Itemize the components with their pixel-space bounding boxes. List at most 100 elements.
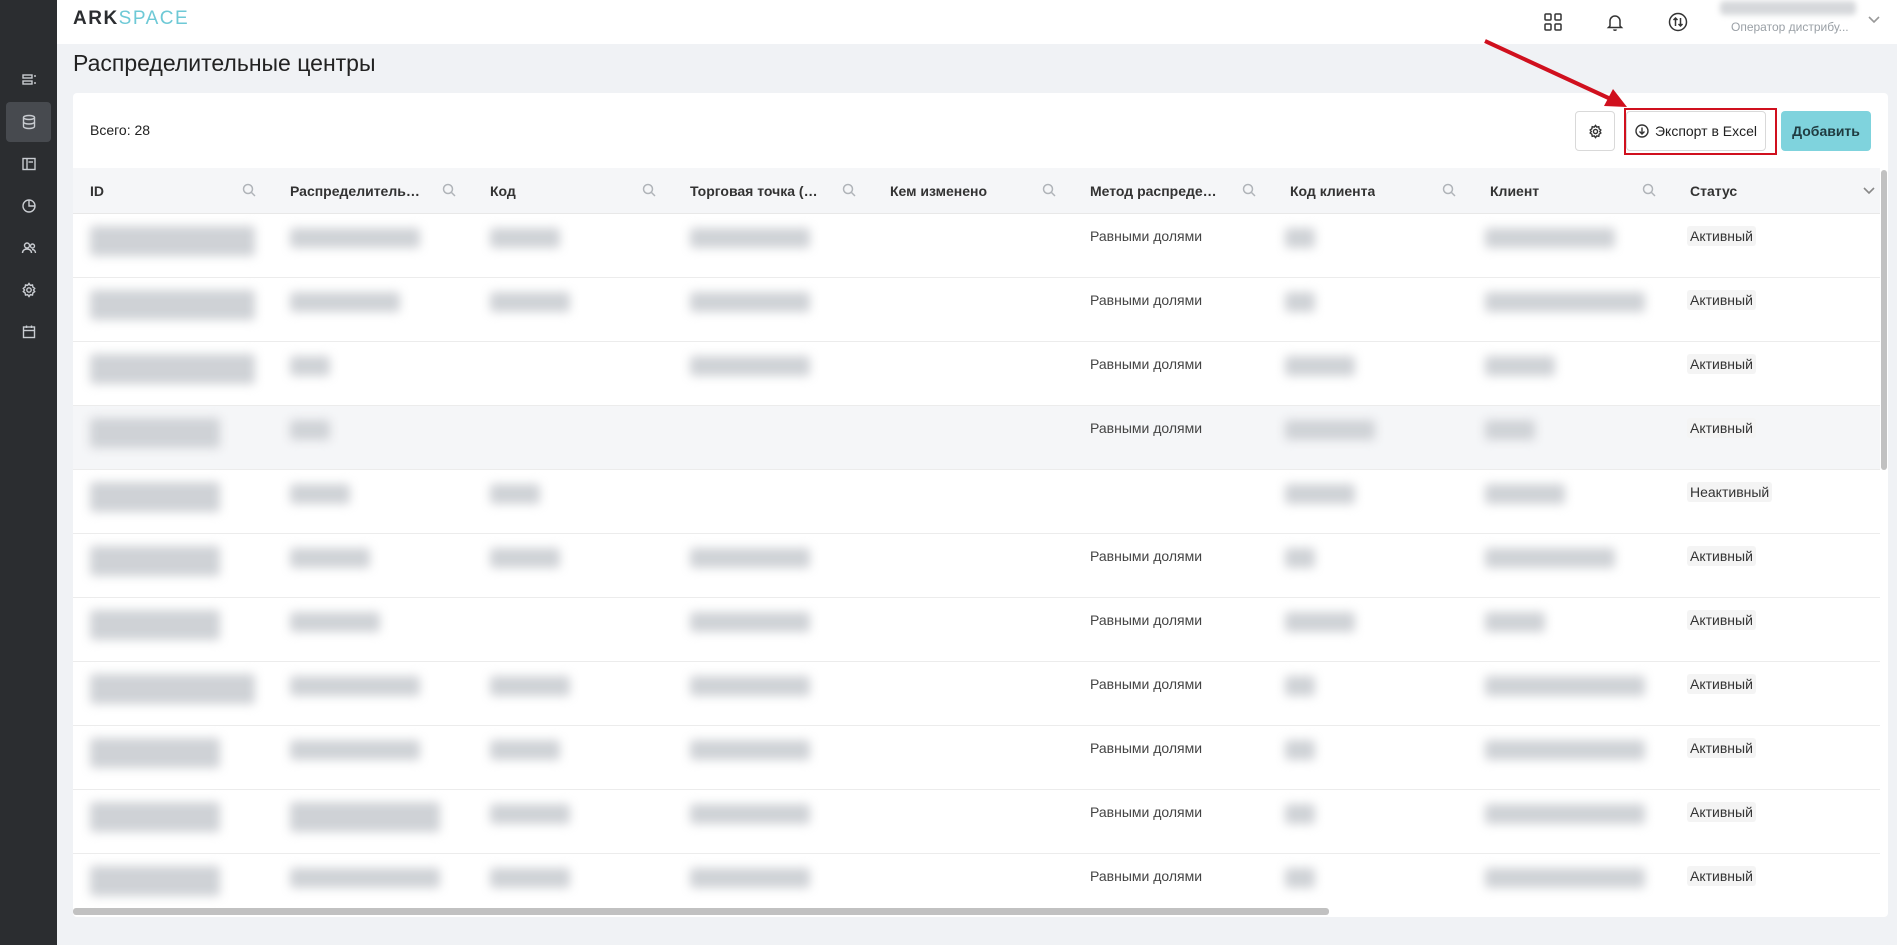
column-search-button[interactable] [642, 183, 658, 199]
redacted-cell [90, 290, 255, 320]
column-header[interactable]: Код [490, 168, 516, 214]
user-menu-toggle[interactable] [1867, 12, 1881, 26]
table-settings-button[interactable] [1575, 111, 1615, 151]
table-row[interactable]: Равными долями Активный [73, 534, 1880, 598]
column-search-button[interactable] [842, 183, 858, 199]
sidebar-item-database[interactable] [6, 102, 51, 142]
search-icon [642, 183, 656, 197]
redacted-cell [1485, 356, 1555, 376]
status-badge: Неактивный [1687, 482, 1773, 502]
status-badge: Активный [1687, 546, 1756, 566]
redacted-cell [290, 612, 380, 632]
status-badge: Активный [1687, 226, 1756, 246]
table-row[interactable]: Равными долями Активный [73, 790, 1880, 854]
total-count: Всего: 28 [90, 122, 151, 138]
sidebar-item-list[interactable] [6, 60, 51, 100]
users-icon [21, 242, 36, 254]
redacted-cell [490, 484, 540, 504]
logo-secondary: SPACE [118, 8, 190, 29]
table-row[interactable]: Равными долями Активный [73, 342, 1880, 406]
redacted-cell [690, 228, 810, 248]
sidebar-item-calendar[interactable] [6, 312, 51, 352]
method-cell [1090, 470, 1290, 534]
column-header[interactable]: Метод распредел... [1090, 168, 1222, 214]
column-header[interactable]: Клиент [1490, 168, 1539, 214]
redacted-cell [690, 676, 810, 696]
column-search-button[interactable] [1042, 183, 1058, 199]
chart-icon [21, 199, 36, 213]
sidebar-item-settings[interactable] [6, 270, 51, 310]
column-header-label: Торговая точка (о... [690, 183, 822, 199]
table-row[interactable]: Равными долями Активный [73, 406, 1880, 470]
column-header[interactable]: Код клиента [1290, 168, 1375, 214]
search-icon [1242, 183, 1256, 197]
vertical-scrollbar[interactable] [1881, 170, 1887, 470]
redacted-cell [1485, 612, 1545, 632]
method-cell: Равными долями [1090, 662, 1290, 726]
redacted-cell [490, 868, 570, 888]
method-cell: Равными долями [1090, 342, 1290, 406]
method-cell: Равными долями [1090, 278, 1290, 342]
redacted-cell [1485, 484, 1565, 504]
redacted-cell [90, 354, 255, 384]
sidebar-item-analytics[interactable] [6, 186, 51, 226]
content-card: Всего: 28 Экспорт в Excel Добавить ID Рас… [73, 93, 1888, 917]
redacted-cell [290, 548, 370, 568]
notifications-button[interactable] [1600, 7, 1630, 37]
redacted-cell [490, 740, 560, 760]
column-search-button[interactable] [1242, 183, 1258, 199]
status-badge: Активный [1687, 354, 1756, 374]
method-cell: Равными долями [1090, 790, 1290, 854]
method-cell: Равными долями [1090, 406, 1290, 470]
bell-icon [1606, 15, 1624, 32]
table-header: ID Распределительн... Код Торговая точка (о… [73, 168, 1880, 214]
table-row[interactable]: Равными долями Активный [73, 598, 1880, 662]
apps-button[interactable] [1538, 7, 1568, 37]
sidebar-item-layout[interactable] [6, 144, 51, 184]
search-icon [1642, 183, 1656, 197]
download-icon [1635, 124, 1649, 138]
redacted-cell [690, 740, 810, 760]
redacted-cell [90, 546, 220, 576]
table-row[interactable]: Равными долями Активный [73, 278, 1880, 342]
column-search-button[interactable] [1442, 183, 1458, 199]
export-excel-button[interactable]: Экспорт в Excel [1626, 111, 1766, 151]
column-search-button[interactable] [1642, 183, 1658, 199]
redacted-cell [1285, 356, 1355, 376]
column-header-label: Код клиента [1290, 183, 1376, 199]
add-button[interactable]: Добавить [1781, 111, 1871, 151]
redacted-cell [290, 228, 420, 248]
redacted-cell [90, 482, 220, 512]
column-header[interactable]: Кем изменено [890, 168, 987, 214]
redacted-cell [1485, 548, 1615, 568]
distribution-centers-table: ID Распределительн... Код Торговая точка (о… [73, 168, 1880, 917]
column-header-label: ID [90, 183, 104, 199]
redacted-cell [290, 292, 400, 312]
sidebar [0, 0, 57, 945]
user-role[interactable]: Оператор дистрибу... [1731, 20, 1857, 34]
column-menu-button[interactable] [1862, 183, 1878, 199]
user-name-blurred[interactable] [1720, 1, 1856, 15]
sidebar-item-users[interactable] [6, 228, 51, 268]
redacted-cell [290, 356, 330, 376]
column-search-button[interactable] [242, 183, 258, 199]
column-search-button[interactable] [442, 183, 458, 199]
redacted-cell [1485, 228, 1615, 248]
horizontal-scrollbar[interactable] [73, 908, 1329, 915]
redacted-cell [90, 738, 220, 768]
column-header[interactable]: Распределительн... [290, 168, 422, 214]
column-header[interactable]: ID [90, 168, 104, 214]
app-logo[interactable]: ARKSPACE [73, 8, 189, 30]
column-header[interactable]: Статус [1690, 168, 1737, 214]
table-row[interactable]: Равными долями Активный [73, 214, 1880, 278]
table-row[interactable]: Равными долями Активный [73, 726, 1880, 790]
redacted-cell [290, 484, 350, 504]
search-icon [442, 183, 456, 197]
column-header[interactable]: Торговая точка (о... [690, 168, 822, 214]
table-row[interactable]: Равными долями Активный [73, 662, 1880, 726]
column-header-label: Статус [1690, 183, 1738, 199]
table-body: Равными долями Активный Равными долями Акти… [73, 214, 1880, 917]
table-row[interactable]: Неактивный [73, 470, 1880, 534]
sync-button[interactable] [1663, 7, 1693, 37]
method-text: Равными долями [1090, 356, 1203, 372]
